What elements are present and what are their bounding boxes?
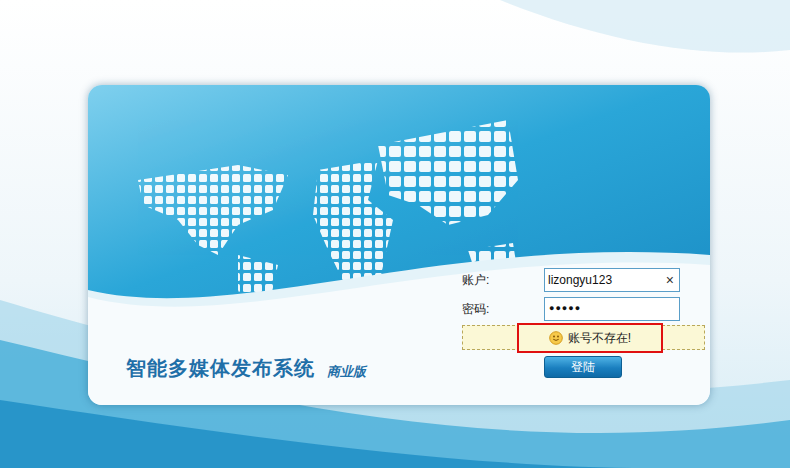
system-title: 智能多媒体发布系统 bbox=[126, 358, 315, 378]
error-highlight: 账号不存在! bbox=[517, 323, 663, 353]
error-box: 账号不存在! bbox=[462, 325, 705, 350]
account-value: lizongyu123 bbox=[548, 271, 664, 289]
brand: 智能多媒体发布系统 商业版 bbox=[88, 268, 462, 378]
smiley-icon bbox=[549, 331, 563, 345]
login-form: 账户: lizongyu123 × 密码: ●●●●● bbox=[462, 268, 705, 378]
clear-icon[interactable]: × bbox=[664, 270, 676, 291]
account-input[interactable]: lizongyu123 × bbox=[544, 268, 680, 292]
login-card: 智能多媒体发布系统 商业版 账户: lizongyu123 × 密码: ●●●●… bbox=[88, 85, 710, 405]
error-message: 账号不存在! bbox=[568, 329, 631, 347]
account-label: 账户: bbox=[462, 271, 544, 289]
password-input[interactable]: ●●●●● bbox=[544, 297, 680, 321]
edition-label: 商业版 bbox=[327, 365, 366, 378]
password-label: 密码: bbox=[462, 300, 544, 318]
login-button[interactable]: 登陆 bbox=[544, 356, 622, 378]
password-value: ●●●●● bbox=[549, 302, 581, 316]
